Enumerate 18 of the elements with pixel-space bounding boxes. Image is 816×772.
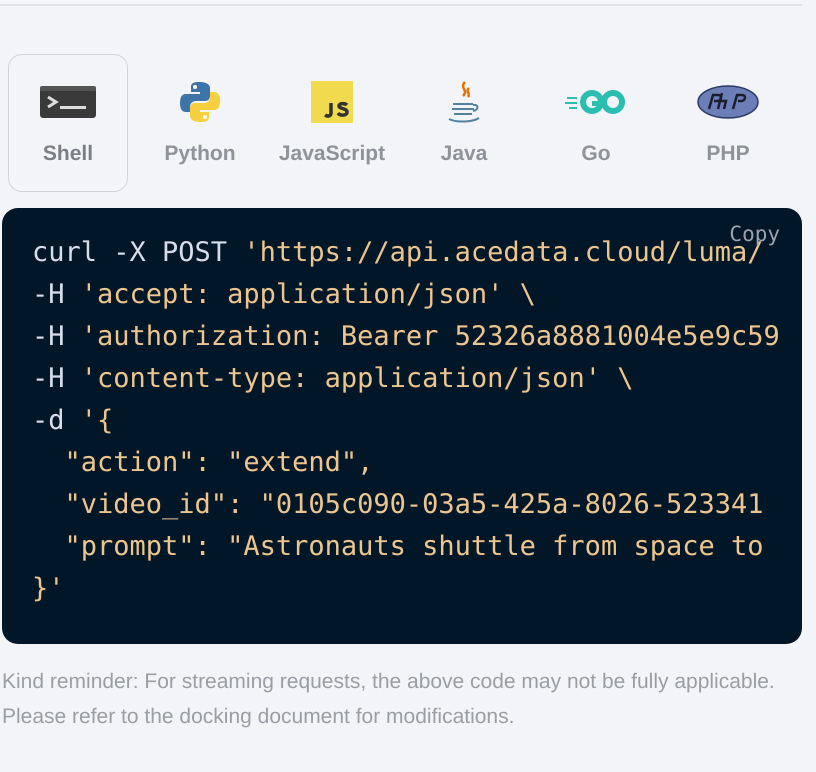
code-line: "action": "extend", (64, 446, 374, 480)
language-tab[interactable]: Python (140, 54, 260, 192)
python-icon (178, 80, 222, 124)
language-tab[interactable]: JavaScript (272, 54, 392, 192)
code-line: -H 'authorization: Bearer 52326a8881004e5e9c59 (32, 320, 780, 354)
code-line: -H 'accept: application/json' \ (32, 278, 536, 312)
code-line: -d '{ (32, 404, 114, 438)
code-line: -H 'content-type: application/json' \ (32, 362, 634, 396)
reminder-text: Kind reminder: For streaming requests, the above code may not be fully applicable. Please refer to the docking document for modifications. (2, 669, 776, 730)
language-tab[interactable]: Shell (8, 54, 128, 192)
language-tab[interactable]: PHP (668, 54, 788, 192)
coffee-cup-icon (447, 80, 481, 124)
code-line: "prompt": "Astronauts shuttle from space to (64, 530, 764, 564)
code-line: "video_id": "0105c090-03a5-425a-8026-523341 (64, 488, 764, 522)
language-tab[interactable]: Go (536, 54, 656, 192)
javascript-icon (311, 80, 353, 124)
language-tab[interactable]: Java (404, 54, 524, 192)
code-line: }' (32, 572, 65, 606)
